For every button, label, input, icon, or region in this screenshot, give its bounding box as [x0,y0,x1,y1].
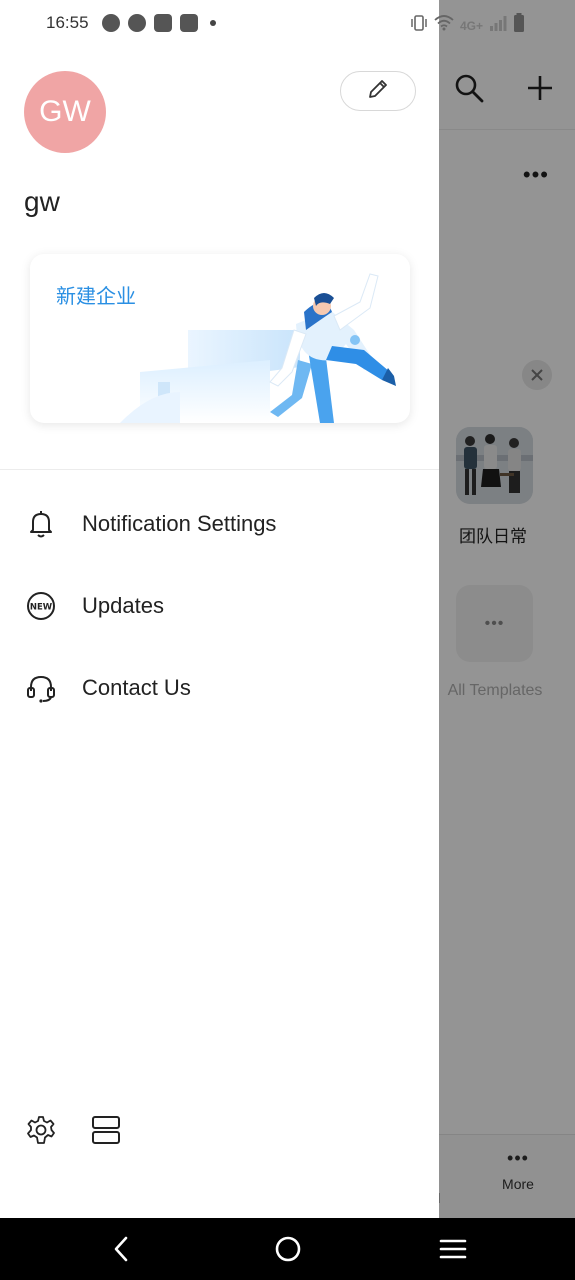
menu-label: Updates [82,593,164,618]
gear-icon[interactable] [25,1114,57,1146]
new-badge-icon: NEW [26,591,56,621]
headset-icon [26,673,56,703]
vibrate-icon [410,15,428,36]
menu-label: Contact Us [82,675,191,700]
menu-item-notification-settings[interactable]: Notification Settings [0,494,439,554]
shopping-bag-icon [180,14,198,32]
split-view-icon[interactable] [90,1114,122,1146]
recent-apps-icon[interactable] [438,1234,468,1264]
system-status-icons: 4G+ [410,13,525,38]
menu-item-updates[interactable]: NEW Updates [0,576,439,636]
home-icon[interactable] [273,1234,303,1264]
promo-illustration [120,272,410,423]
shopping-bag-icon [154,14,172,32]
create-enterprise-card[interactable]: 新建企业 [30,254,410,423]
message-icon [102,14,120,32]
notification-icons [102,14,216,32]
divider [0,469,439,470]
app-notification-icon [128,14,146,32]
user-name: gw [24,186,60,217]
new-badge-text: NEW [30,603,53,613]
battery-icon [513,13,525,38]
network-type: 4G+ [460,18,484,33]
more-notifications-icon [210,20,216,26]
avatar-initials: GW [39,95,91,128]
back-icon[interactable] [106,1234,136,1264]
avatar[interactable]: GW [24,71,106,153]
bell-icon [26,509,56,539]
menu-label: Notification Settings [82,511,277,536]
status-bar: 16:55 4G+ [0,0,575,48]
status-time: 16:55 [46,13,89,32]
wifi-icon [434,15,454,36]
menu-item-contact-us[interactable]: Contact Us [0,658,439,718]
android-nav-bar [0,1218,575,1280]
pencil-icon [366,77,390,106]
signal-icon [489,15,507,36]
edit-profile-button[interactable] [340,71,416,111]
side-drawer: GW gw 新建企业 Notification Settings NEW Upd… [0,0,439,1218]
